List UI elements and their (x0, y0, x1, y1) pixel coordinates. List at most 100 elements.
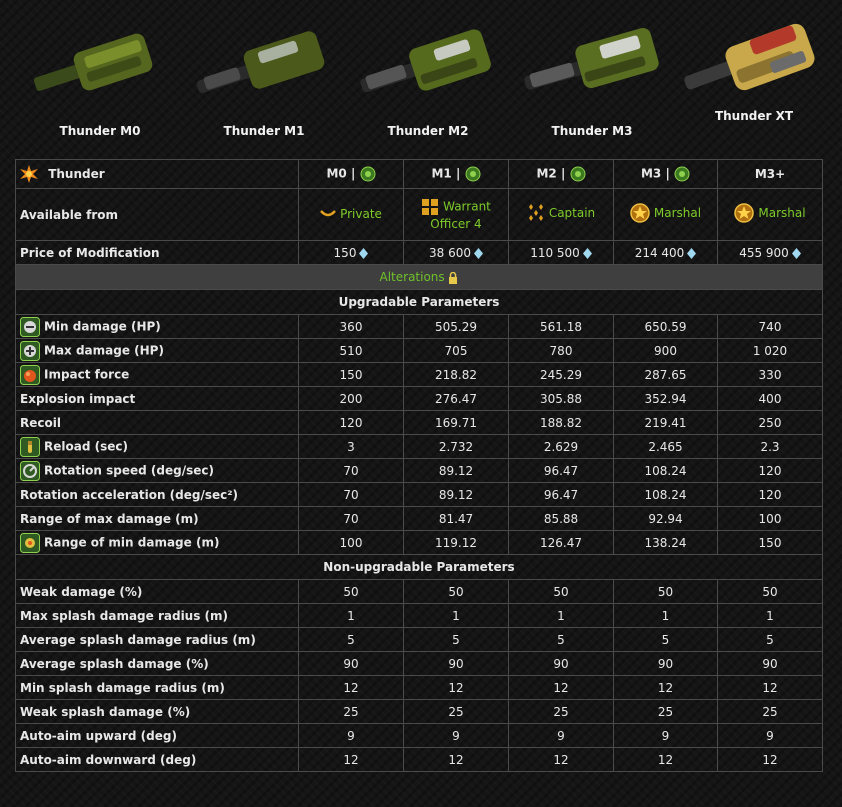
parameters-table: Thunder M0 | M1 | M2 | M3 | M3+ Availabl… (15, 159, 823, 772)
table-row: Average splash damage (%) 90 90 90 90 90 (15, 651, 823, 676)
parameter-value: 50 (298, 579, 404, 604)
parameter-value: 126.47 (508, 530, 614, 555)
price-cell: 214 400 (613, 240, 718, 265)
column-label: M3+ (754, 167, 786, 181)
parameter-value: 70 (298, 458, 404, 483)
parameter-value: 561.18 (508, 314, 614, 339)
upgradable-parameters: Min damage (HP) 360 505.29 561.18 650.59 740 M… (15, 314, 823, 555)
parameter-value: 138.24 (613, 530, 718, 555)
crystal-icon (474, 247, 483, 259)
parameter-value: 5 (613, 627, 718, 652)
parameter-label: Auto-aim upward (deg) (15, 723, 299, 748)
upgradable-section-row: Upgradable Parameters (15, 289, 823, 315)
parameter-name: Auto-aim upward (deg) (20, 728, 177, 743)
turret-xt-image (684, 23, 815, 91)
upgrade-icon (570, 166, 586, 182)
table-row: Recoil 120 169.71 188.82 219.41 250 (15, 410, 823, 435)
parameter-name: Explosion impact (20, 391, 136, 406)
turret-m2-name: Thunder M2 (387, 124, 469, 138)
parameter-value: 505.29 (403, 314, 509, 339)
rank-label: Private (340, 207, 382, 221)
turret-title-cell: Thunder (15, 159, 299, 189)
parameter-value: 12 (717, 675, 823, 700)
table-row: Weak splash damage (%) 25 25 25 25 25 (15, 699, 823, 724)
parameter-value: 5 (717, 627, 823, 652)
price-value: 150 (333, 245, 357, 260)
parameter-value: 740 (717, 314, 823, 339)
column-label: M0 | (326, 166, 356, 181)
parameter-value: 276.47 (403, 386, 509, 411)
parameter-value: 1 (403, 603, 509, 628)
turret-card-m0: Thunder M0 (18, 0, 182, 160)
parameter-value: 330 (717, 362, 823, 387)
price-cell: 455 900 (717, 240, 823, 265)
parameter-value: 2.3 (717, 434, 823, 459)
rank-label: Marshal (758, 205, 806, 220)
parameter-value: 120 (717, 458, 823, 483)
parameter-value: 2.732 (403, 434, 509, 459)
parameter-value: 100 (298, 530, 404, 555)
min-damage-icon (20, 316, 40, 337)
parameter-value: 12 (298, 675, 404, 700)
alterations-label[interactable]: Alterations (380, 270, 445, 284)
rank-captain-cell: Captain (508, 188, 614, 241)
parameter-value: 1 (508, 603, 614, 628)
upgrade-icon (674, 166, 690, 182)
parameter-value: 90 (298, 651, 404, 676)
parameter-label: Impact force (15, 362, 299, 387)
alterations-row[interactable]: Alterations (15, 264, 823, 290)
parameter-value: 9 (717, 723, 823, 748)
parameter-value: 108.24 (613, 482, 718, 507)
parameter-name: Average splash damage (%) (20, 656, 209, 671)
alterations-link[interactable]: Alterations (15, 264, 823, 290)
rank-marshal-cell: Marshal (717, 188, 823, 241)
rank-marshal-icon (734, 202, 755, 223)
parameter-value: 90 (717, 651, 823, 676)
price-cell: 150 (298, 240, 404, 265)
parameter-value: 2.465 (613, 434, 718, 459)
parameter-value: 90 (613, 651, 718, 676)
parameter-value: 1 020 (717, 338, 823, 363)
parameter-label: Weak splash damage (%) (15, 699, 299, 724)
parameter-value: 705 (403, 338, 509, 363)
turret-m1-image (196, 31, 325, 93)
parameter-name: Rotation speed (deg/sec) (44, 463, 214, 477)
rank-label: Marshal (653, 205, 702, 220)
parameter-value: 89.12 (403, 458, 509, 483)
turret-m1-name: Thunder M1 (223, 124, 305, 138)
parameter-name: Rotation acceleration (deg/sec²) (20, 487, 238, 502)
parameter-value: 400 (717, 386, 823, 411)
parameter-value: 169.71 (403, 410, 509, 435)
turret-m3-image (524, 27, 659, 90)
nonupgradable-section-row: Non-upgradable Parameters (15, 554, 823, 580)
reload-icon (20, 436, 40, 457)
parameter-label: Weak damage (%) (15, 579, 299, 604)
parameter-name: Recoil (20, 415, 61, 430)
price-value: 455 900 (739, 245, 789, 260)
parameter-value: 12 (508, 675, 614, 700)
crystal-icon (791, 247, 801, 259)
table-row: Impact force 150 218.82 245.29 287.65 330 (15, 362, 823, 387)
parameter-value: 219.41 (613, 410, 718, 435)
range-min-damage-icon (20, 532, 40, 553)
available-label: Available from (15, 188, 299, 241)
parameter-name: Impact force (44, 367, 130, 381)
parameter-value: 218.82 (403, 362, 509, 387)
column-label: M2 | (536, 166, 566, 181)
parameter-value: 50 (508, 579, 614, 604)
parameter-value: 12 (717, 747, 823, 772)
parameter-value: 245.29 (508, 362, 614, 387)
parameter-label: Rotation acceleration (deg/sec²) (15, 482, 299, 507)
parameter-name: Auto-aim downward (deg) (20, 752, 197, 767)
column-header-m2: M2 | (508, 159, 614, 189)
parameter-value: 200 (298, 386, 404, 411)
parameter-value: 100 (717, 506, 823, 531)
parameter-value: 90 (508, 651, 614, 676)
parameter-label: Max damage (HP) (15, 338, 299, 363)
parameter-value: 25 (508, 699, 614, 724)
parameter-label: Rotation speed (deg/sec) (15, 458, 299, 483)
parameter-value: 50 (613, 579, 718, 604)
available-row: Available from Private Warrant Officer 4… (15, 188, 823, 241)
parameter-label: Auto-aim downward (deg) (15, 747, 299, 772)
price-cell: 38 600 (403, 240, 509, 265)
